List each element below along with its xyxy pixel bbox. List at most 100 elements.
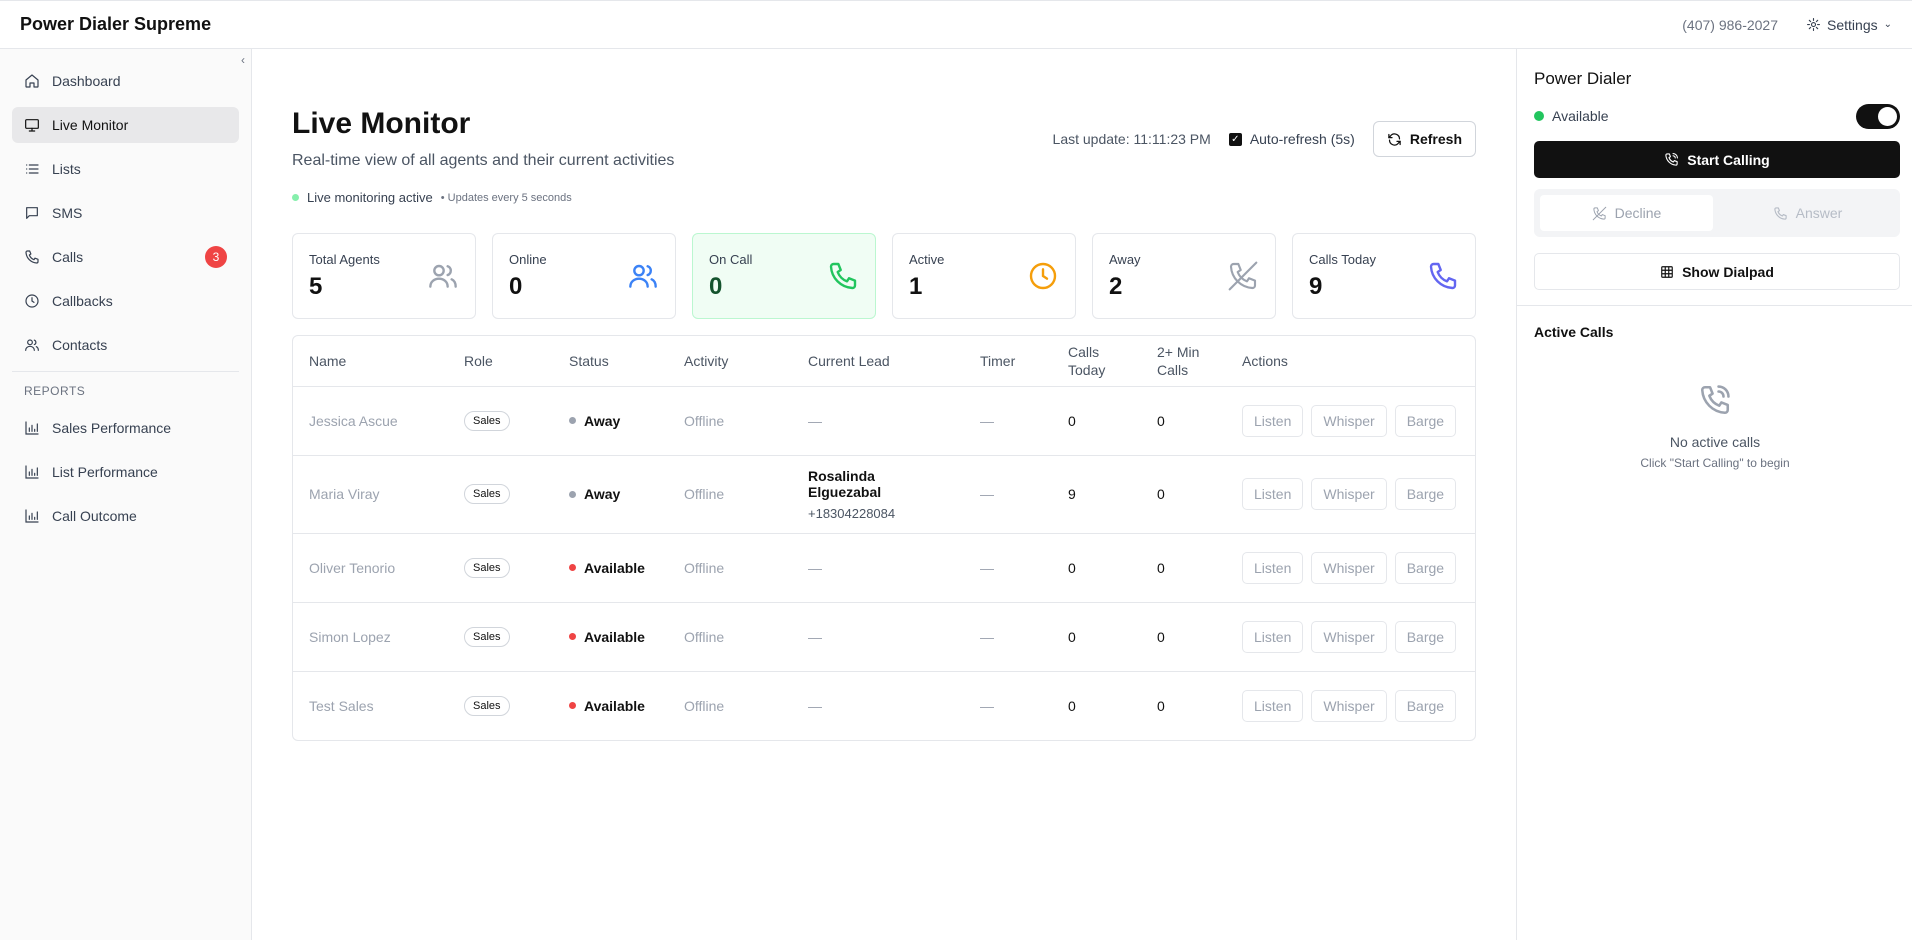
lead-phone: +18304228084 — [808, 505, 896, 521]
status-text: Away — [584, 412, 621, 429]
bar-chart-icon — [24, 508, 40, 524]
table-row: Test Sales Sales Available Offline — — 0… — [293, 671, 1475, 740]
table-row: Simon Lopez Sales Available Offline — — … — [293, 602, 1475, 672]
availability-toggle[interactable] — [1856, 104, 1900, 129]
sidebar-item-label: Dashboard — [52, 73, 121, 89]
activity-text: Offline — [684, 697, 725, 714]
barge-button[interactable]: Barge — [1394, 551, 1457, 584]
listen-button[interactable]: Listen — [1242, 404, 1304, 437]
column-header-calls-today[interactable]: Calls Today — [1052, 336, 1141, 387]
timer-text: — — [964, 602, 1052, 672]
column-header-name[interactable]: Name — [293, 336, 448, 387]
show-dialpad-label: Show Dialpad — [1682, 263, 1774, 280]
timer-text: — — [964, 533, 1052, 603]
sidebar: ‹ Dashboard Live Monitor Lists SMS Calls… — [0, 49, 252, 940]
sidebar-item-sms[interactable]: SMS — [12, 195, 239, 231]
dialer-status-text: Available — [1552, 108, 1609, 124]
stat-card-away: Away 2 — [1092, 233, 1276, 319]
sidebar-item-calls[interactable]: Calls 3 — [12, 239, 239, 275]
sidebar-divider — [12, 371, 239, 372]
decline-button[interactable]: Decline — [1540, 195, 1713, 231]
two-min-calls-value: 0 — [1141, 455, 1226, 534]
sidebar-item-live-monitor[interactable]: Live Monitor — [12, 107, 239, 143]
whisper-button[interactable]: Whisper — [1311, 689, 1387, 722]
timer-text: — — [964, 386, 1052, 456]
sidebar-item-dashboard[interactable]: Dashboard — [12, 63, 239, 99]
sidebar-item-label: Calls — [52, 249, 84, 265]
listen-button[interactable]: Listen — [1242, 478, 1304, 510]
power-dialer-panel: Power Dialer Available Start Calling Dec… — [1516, 49, 1912, 940]
status-dot — [569, 564, 576, 571]
current-lead-text: — — [792, 533, 964, 603]
collapse-sidebar-icon[interactable]: ‹ — [241, 53, 245, 67]
page-subtitle: Real-time view of all agents and their c… — [292, 152, 675, 169]
sidebar-item-sales-performance[interactable]: Sales Performance — [12, 410, 239, 446]
clock-icon — [24, 293, 40, 309]
current-lead-text: — — [792, 386, 964, 456]
activity-text: Offline — [668, 602, 792, 672]
start-calling-label: Start Calling — [1687, 151, 1770, 168]
barge-button[interactable]: Barge — [1394, 478, 1457, 510]
sidebar-item-callbacks[interactable]: Callbacks — [12, 283, 239, 319]
answer-button[interactable]: Answer — [1721, 195, 1894, 231]
users-icon — [627, 260, 659, 292]
table-header-row: Name Role Status Activity Current Lead T… — [293, 336, 1475, 387]
auto-refresh-label: Auto-refresh (5s) — [1249, 131, 1355, 147]
grid-icon — [1660, 265, 1674, 279]
phone-icon — [1773, 206, 1788, 221]
barge-button[interactable]: Barge — [1394, 620, 1457, 653]
sidebar-item-label: SMS — [52, 205, 83, 221]
current-lead-text: — — [808, 697, 822, 714]
column-header-timer[interactable]: Timer — [964, 336, 1052, 387]
barge-button[interactable]: Barge — [1394, 689, 1457, 722]
sidebar-item-call-outcome[interactable]: Call Outcome — [12, 498, 239, 534]
whisper-button[interactable]: Whisper — [1311, 404, 1387, 437]
role-badge: Sales — [464, 626, 510, 647]
auto-refresh-toggle[interactable]: ✓ Auto-refresh (5s) — [1228, 131, 1355, 147]
refresh-icon — [1387, 132, 1402, 147]
phone-call-icon — [1664, 152, 1679, 167]
show-dialpad-button[interactable]: Show Dialpad — [1534, 253, 1900, 290]
whisper-button[interactable]: Whisper — [1311, 620, 1387, 653]
listen-button[interactable]: Listen — [1242, 620, 1304, 653]
column-header-two-min-calls[interactable]: 2+ Min Calls — [1141, 336, 1226, 387]
phone-icon — [24, 249, 40, 265]
phone-off-icon — [1592, 206, 1607, 221]
column-header-status[interactable]: Status — [553, 336, 668, 387]
sidebar-item-list-performance[interactable]: List Performance — [12, 454, 239, 490]
column-header-current-lead[interactable]: Current Lead — [792, 336, 964, 387]
clock-icon — [1027, 260, 1059, 292]
role-badge: Sales — [464, 695, 510, 716]
settings-menu[interactable]: Settings ⌄ — [1806, 17, 1892, 33]
whisper-button[interactable]: Whisper — [1311, 478, 1387, 510]
barge-button[interactable]: Barge — [1394, 404, 1457, 437]
column-header-role[interactable]: Role — [448, 336, 553, 387]
live-status: Live monitoring active • Updates every 5… — [292, 190, 572, 205]
settings-label: Settings — [1827, 16, 1878, 33]
status-text: Available — [584, 559, 645, 576]
listen-button[interactable]: Listen — [1242, 551, 1304, 584]
agents-table: Name Role Status Activity Current Lead T… — [292, 335, 1476, 741]
sidebar-item-contacts[interactable]: Contacts — [12, 327, 239, 363]
column-header-activity[interactable]: Activity — [668, 336, 792, 387]
sidebar-item-lists[interactable]: Lists — [12, 151, 239, 187]
whisper-button[interactable]: Whisper — [1311, 551, 1387, 584]
auto-refresh-checkbox[interactable]: ✓ — [1228, 132, 1242, 146]
role-badge: Sales — [464, 484, 510, 504]
last-update-text: Last update: 11:11:23 PM — [1052, 131, 1211, 147]
home-icon — [24, 73, 40, 89]
role-badge: Sales — [464, 557, 510, 578]
message-icon — [24, 205, 40, 221]
refresh-button[interactable]: Refresh — [1372, 121, 1476, 157]
calls-count-badge: 3 — [205, 246, 227, 268]
agent-name: Maria Viray — [293, 455, 448, 534]
two-min-calls-value: 0 — [1157, 697, 1165, 714]
sidebar-item-label: Call Outcome — [52, 508, 137, 524]
listen-button[interactable]: Listen — [1242, 689, 1304, 722]
start-calling-button[interactable]: Start Calling — [1534, 141, 1900, 178]
answer-label: Answer — [1795, 205, 1843, 221]
calls-today-value: 0 — [1068, 697, 1076, 714]
phone-call-icon — [1698, 383, 1732, 417]
live-status-text: Live monitoring active — [307, 190, 433, 205]
dialer-title: Power Dialer — [1534, 69, 1632, 88]
